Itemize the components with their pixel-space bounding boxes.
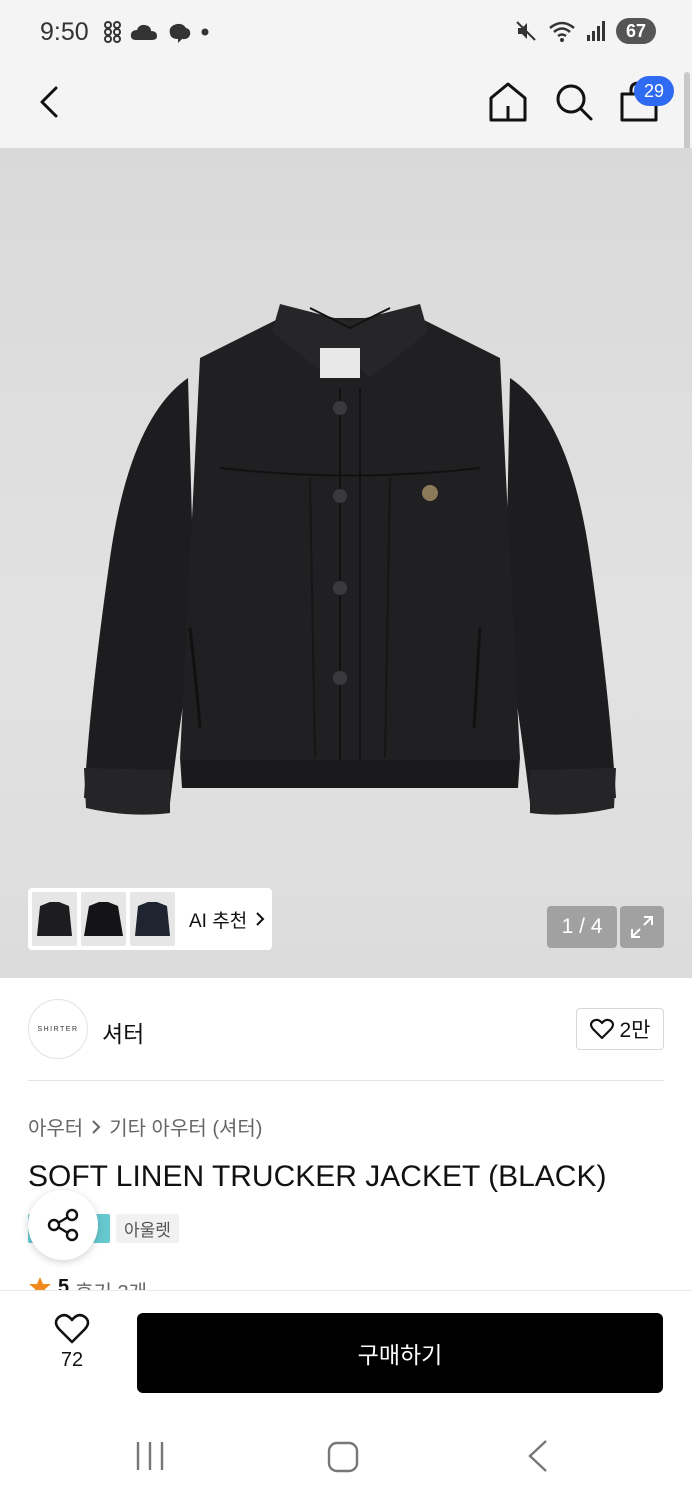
system-nav-bar <box>0 1408 692 1500</box>
thumbnail-3[interactable] <box>130 892 175 946</box>
home-button[interactable] <box>488 80 528 124</box>
app-grid-icon <box>104 21 121 43</box>
status-system-icons: 67 <box>514 18 656 44</box>
ai-recommend-link[interactable]: AI 추천 <box>189 906 265 933</box>
product-jacket-image <box>84 304 616 815</box>
brand-like-button[interactable]: 2만 <box>576 1008 664 1050</box>
share-icon <box>47 1208 79 1242</box>
status-time: 9:50 <box>40 18 89 46</box>
status-bar: 9:50 67 <box>0 0 692 64</box>
ai-recommend-strip[interactable]: AI 추천 <box>28 888 272 950</box>
mute-icon <box>516 21 536 41</box>
breadcrumb-subcategory[interactable]: 기타 아우터 (셔터) <box>109 1112 262 1141</box>
buy-button[interactable]: 구매하기 <box>137 1313 663 1393</box>
brand-logo[interactable]: SHIRTER <box>28 999 88 1059</box>
brand-like-count: 2만 <box>619 1019 651 1042</box>
heart-icon <box>54 1313 90 1344</box>
tag-outlet: 아울렛 <box>116 1214 179 1243</box>
rating-score: 5 <box>58 1276 70 1290</box>
product-image-gallery[interactable]: AI 추천 1 / 4 <box>0 148 692 978</box>
product-title: SOFT LINEN TRUCKER JACKET (BLACK) <box>28 1160 607 1193</box>
wifi-icon <box>549 21 575 42</box>
weather-icon <box>169 23 191 43</box>
ai-recommend-label: AI 추천 <box>189 910 248 932</box>
wishlist-count: 72 <box>60 1349 84 1371</box>
cart-count-badge: 29 <box>634 76 674 106</box>
breadcrumb: 아우터 기타 아우터 (셔터) <box>28 1112 262 1141</box>
status-notification-icons <box>104 20 210 44</box>
chevron-right-icon <box>92 1119 101 1134</box>
breadcrumb-category[interactable]: 아우터 <box>28 1112 83 1141</box>
brand-row[interactable]: SHIRTER 셔터 2만 <box>28 999 664 1061</box>
page-indicator: 1 / 4 <box>547 906 617 948</box>
wishlist-button[interactable]: 72 <box>36 1313 108 1383</box>
app-header: 29 <box>0 64 692 148</box>
chevron-right-icon <box>256 912 265 926</box>
cloud-icon <box>130 24 157 40</box>
expand-button[interactable] <box>620 906 664 948</box>
review-count[interactable]: 후기 3개 <box>75 1276 147 1290</box>
thumbnail-2[interactable] <box>81 892 126 946</box>
recents-button[interactable] <box>132 1440 168 1472</box>
divider <box>28 1080 664 1081</box>
system-home-button[interactable] <box>326 1440 360 1474</box>
search-button[interactable] <box>554 80 594 124</box>
notification-dot-icon <box>201 28 209 36</box>
star-icon <box>29 1277 51 1290</box>
back-button[interactable] <box>32 82 72 122</box>
brand-name[interactable]: 셔터 <box>102 1015 144 1049</box>
purchase-bar: 72 구매하기 <box>0 1290 692 1408</box>
heart-icon <box>589 1018 614 1040</box>
signal-icon <box>587 21 605 41</box>
battery-indicator: 67 <box>616 18 656 44</box>
share-button[interactable] <box>28 1190 98 1260</box>
system-back-button[interactable] <box>524 1438 552 1474</box>
expand-icon <box>631 916 653 938</box>
rating-row[interactable]: 5 후기 3개 <box>28 1274 147 1290</box>
thumbnail-1[interactable] <box>32 892 77 946</box>
